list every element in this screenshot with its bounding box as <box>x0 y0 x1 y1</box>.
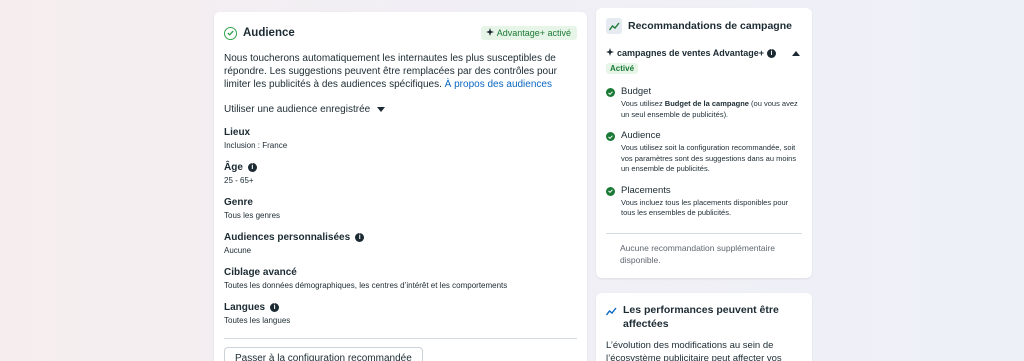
about-audiences-link[interactable]: À propos des audiences <box>445 79 552 90</box>
divider <box>224 338 577 339</box>
recommendations-card: Recommandations de campagne campagnes de… <box>596 8 812 278</box>
saved-audience-label: Utiliser une audience enregistrée <box>224 104 371 115</box>
recommendation-budget: Budget Vous utilisez Budget de la campag… <box>606 86 802 120</box>
status-badge: Activé <box>606 63 639 74</box>
field-gender[interactable]: Genre Tous les genres <box>224 197 577 220</box>
caret-down-icon <box>377 107 386 112</box>
check-circle-icon <box>606 186 615 196</box>
field-languages[interactable]: Langues i Toutes les langues <box>224 302 577 325</box>
audience-title: Audience <box>243 27 295 39</box>
audience-description: Nous toucherons automatiquement les inte… <box>224 52 576 91</box>
divider <box>606 232 802 234</box>
recommendations-title: Recommandations de campagne <box>628 20 792 32</box>
trend-icon <box>606 18 622 34</box>
audience-header: Audience Advantage+ activé <box>224 24 577 42</box>
recommendation-text: Vous utilisez soit la configuration reco… <box>621 143 797 173</box>
field-label: Lieux <box>224 127 251 138</box>
section-title: campagnes de ventes Advantage+ <box>617 48 764 58</box>
info-icon[interactable]: i <box>355 233 365 242</box>
performance-header: Les performances peuvent être affectées <box>605 303 802 331</box>
info-icon[interactable]: i <box>247 163 257 172</box>
performance-card: Les performances peuvent être affectées … <box>596 293 812 361</box>
field-value: 25 - 65+ <box>224 176 254 185</box>
field-custom-audiences[interactable]: Audiences personnalisées i Aucune <box>224 232 577 255</box>
field-value: Aucune <box>224 246 252 255</box>
caret-up-icon[interactable] <box>792 50 800 56</box>
performance-title: Les performances peuvent être affectées <box>623 304 779 330</box>
trend-icon <box>605 303 617 331</box>
recommendation-text: Vous utilisez Budget de la campagne (ou … <box>621 99 802 120</box>
field-label: Genre <box>224 197 253 208</box>
check-circle-icon <box>606 132 615 141</box>
sparkle-icon <box>485 28 494 38</box>
recommendations-header: Recommandations de campagne <box>606 8 802 44</box>
field-value: Inclusion : France <box>224 141 288 150</box>
recommendation-title: Audience <box>621 130 661 141</box>
field-detailed-targeting[interactable]: Ciblage avancé Toutes les données démogr… <box>224 267 577 290</box>
field-label: Ciblage avancé <box>224 267 297 278</box>
field-label: Audiences personnalisées <box>224 232 351 243</box>
recommendation-text-part: Vous utilisez <box>621 99 665 108</box>
recommendation-title: Budget <box>621 86 652 97</box>
recommendation-title: Placements <box>621 184 671 196</box>
field-age[interactable]: Âge i 25 - 65+ <box>224 162 577 185</box>
check-circle-icon <box>224 26 237 40</box>
check-circle-icon <box>606 88 615 97</box>
saved-audience-dropdown[interactable]: Utiliser une audience enregistrée <box>224 104 577 115</box>
field-value: Toutes les données démographiques, les c… <box>224 281 508 290</box>
field-value: Tous les genres <box>224 211 281 220</box>
recommendation-text-bold: Budget de la campagne <box>664 99 749 108</box>
info-icon[interactable]: i <box>766 48 776 58</box>
info-icon[interactable]: i <box>270 303 280 312</box>
field-value: Toutes les langues <box>224 316 291 325</box>
audience-card: Audience Advantage+ activé Nous touchero… <box>214 12 587 361</box>
advantage-badge-label: Advantage+ activé <box>496 28 571 38</box>
audience-fields: Lieux Inclusion : France Âge i 25 - 65+ G… <box>224 127 577 325</box>
recommendation-audience: Audience Vous utilisez soit la configura… <box>606 130 802 175</box>
advantage-sales-section-toggle[interactable]: campagnes de ventes Advantage+ i <box>606 48 802 58</box>
recommendation-placements: Placements Vous incluez tous les placeme… <box>606 185 802 219</box>
recommendation-text: Vous incluez tous les placements disponi… <box>621 197 789 218</box>
recommended-setup-button[interactable]: Passer à la configuration recommandée <box>224 347 423 361</box>
sparkle-icon <box>606 48 614 58</box>
performance-text: L’évolution des modifications au sein de… <box>606 340 782 361</box>
field-locations[interactable]: Lieux Inclusion : France <box>224 127 577 150</box>
advantage-badge: Advantage+ activé <box>480 26 577 40</box>
field-label: Âge <box>224 162 243 173</box>
no-more-recommendations: Aucune recommandation supplémentaire dis… <box>620 242 775 265</box>
field-label: Langues <box>224 302 266 313</box>
